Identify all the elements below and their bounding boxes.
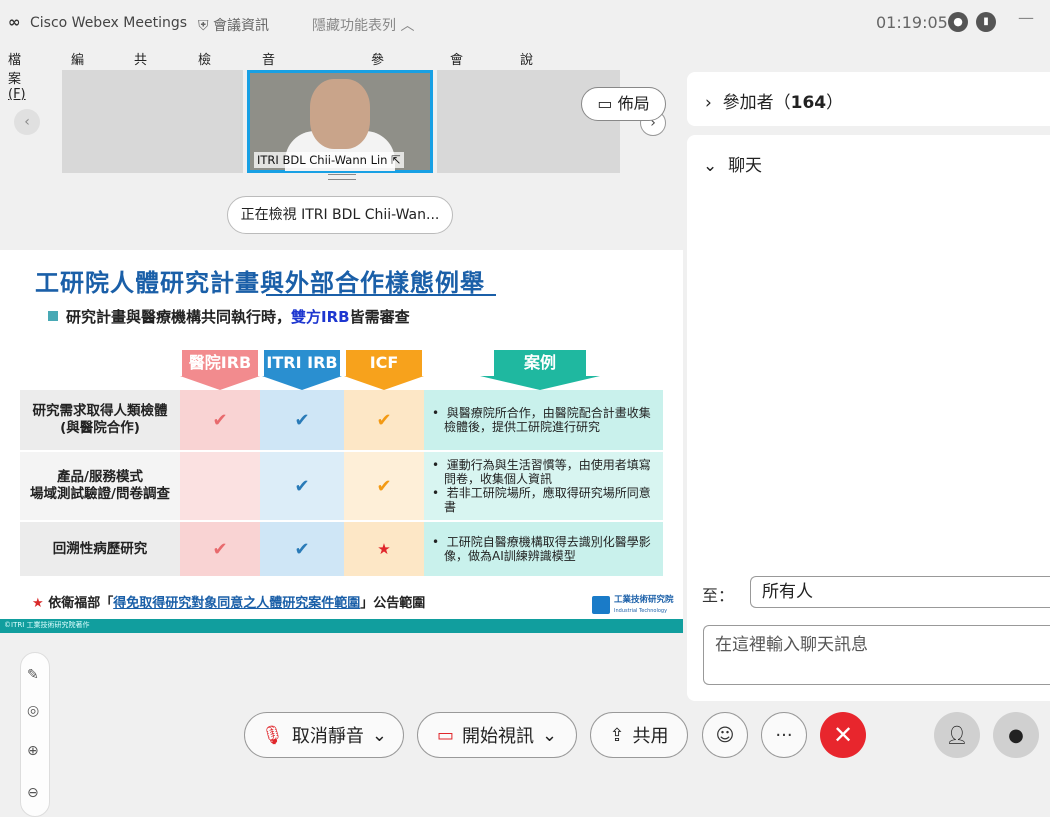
- end-call-button[interactable]: ✕: [820, 712, 866, 758]
- bullet-icon: [48, 311, 58, 321]
- participants-panel-button[interactable]: 👤︎: [934, 712, 980, 758]
- viewing-indicator[interactable]: 正在檢視 ITRI BDL Chii-Wan...: [227, 196, 453, 234]
- emoji-icon: ☺: [715, 724, 735, 746]
- case-cell: • 與醫療院所合作，由醫院配合計畫收集檢體後，提供工研院進行研究: [424, 390, 663, 450]
- app-title: Cisco Webex Meetings: [30, 15, 188, 31]
- video-off-icon: ▭: [436, 724, 454, 746]
- active-speaker-video-tile[interactable]: ITRI BDL Chii-Wann Lin ⇱: [247, 70, 433, 173]
- check-icon: ✔: [180, 522, 260, 576]
- check-icon: ✔: [260, 390, 344, 450]
- itri-logo: 工業技術研究院Industrial Technology Research In…: [592, 594, 678, 625]
- shared-content: 工研院人體研究計畫與外部合作樣態例舉 研究計畫與醫療機構共同執行時，雙方IRB皆…: [0, 250, 683, 817]
- chevron-down-icon: ⌄: [541, 724, 558, 746]
- header-icf: ICF: [346, 350, 422, 376]
- pop-out-icon: ⇱: [391, 153, 401, 167]
- arrow-icon: [344, 376, 424, 390]
- menu-file[interactable]: 檔案(F): [8, 49, 26, 102]
- remote-control-icon[interactable]: ◎: [27, 703, 39, 719]
- reactions-button[interactable]: ☺: [702, 712, 748, 758]
- unmute-button[interactable]: 🎙︎ 取消靜音 ⌄: [244, 712, 404, 758]
- layout-icon: ▭: [597, 94, 618, 113]
- webex-logo-icon: ∞: [8, 13, 21, 31]
- chat-icon: ●: [1008, 724, 1024, 746]
- layout-button[interactable]: ▭ 佈局: [581, 87, 666, 121]
- slide-title: 工研院人體研究計畫與外部合作樣態例舉: [35, 269, 485, 297]
- chat-panel-button[interactable]: ●: [993, 712, 1039, 758]
- arrow-icon: [180, 376, 260, 390]
- hide-menu-bar-button[interactable]: 隱藏功能表列 ︿: [312, 15, 414, 35]
- check-icon: ✔: [260, 522, 344, 576]
- chevron-right-icon: ›: [705, 93, 723, 113]
- participant-face: [310, 79, 370, 149]
- share-icon: ⇪: [609, 724, 625, 746]
- slide-footer-band: [0, 619, 683, 633]
- row-label: 研究需求取得人類檢體 (與醫院合作): [20, 390, 180, 450]
- zoom-in-icon[interactable]: ⊕: [27, 743, 39, 759]
- chat-panel: [687, 135, 1050, 701]
- video-tile[interactable]: [437, 70, 620, 173]
- zoom-out-icon[interactable]: ⊖: [27, 785, 39, 801]
- chevron-down-icon: ⌄: [371, 724, 387, 746]
- slide-subtitle: 研究計畫與醫療機構共同執行時，雙方IRB皆需審查: [66, 308, 410, 326]
- video-participant-name: ITRI BDL Chii-Wann Lin ⇱: [254, 152, 404, 168]
- case-item: • 工研院自醫療機構取得去識別化醫學影像，做為AI訓練辨識模型: [432, 535, 651, 563]
- header-itri-irb: ITRI IRB: [264, 350, 340, 376]
- more-options-button[interactable]: ···: [761, 712, 807, 758]
- chat-recipient-select[interactable]: 所有人: [750, 576, 1050, 608]
- slide-footnote: ★ 依衛福部「得免取得研究對象同意之人體研究案件範圍」公告範圍: [32, 596, 426, 611]
- title-underline: [266, 294, 496, 296]
- case-item: • 運動行為與生活習慣等，由使用者填寫問卷，收集個人資訊: [432, 458, 651, 486]
- case-item: • 與醫療院所合作，由醫院配合計畫收集檢體後，提供工研院進行研究: [432, 406, 651, 434]
- case-item: • 若非工研院場所，應取得研究場所同意書: [432, 486, 651, 514]
- header-cases: 案例: [494, 350, 586, 376]
- shield-icon: ⛨: [198, 18, 213, 34]
- meeting-info-button[interactable]: ⛨ 會議資訊: [198, 15, 269, 35]
- chat-header[interactable]: ⌄ 聊天: [703, 151, 762, 176]
- meeting-timer: 01:19:05: [876, 13, 948, 32]
- check-icon: ✔: [344, 390, 424, 450]
- participants-icon: 👤︎: [945, 724, 969, 746]
- check-icon: ✔: [180, 390, 260, 450]
- participants-header[interactable]: › 參加者（164）: [705, 88, 843, 113]
- record-icon[interactable]: ●: [948, 12, 968, 32]
- check-icon: ✔: [344, 452, 424, 520]
- title-bar: ∞ Cisco Webex Meetings ⛨ 會議資訊 隱藏功能表列 ︿ 0…: [0, 0, 1050, 46]
- chat-to-label: 至：: [702, 586, 735, 605]
- check-icon: ✔: [260, 452, 344, 520]
- header-hospital-irb: 醫院IRB: [182, 350, 258, 376]
- mic-muted-icon: 🎙︎: [261, 724, 284, 746]
- arrow-icon: [262, 376, 342, 390]
- slide-footer-text: ©ITRI 工業技術研究院著作: [4, 621, 90, 629]
- share-button[interactable]: ⇪ 共用: [590, 712, 688, 758]
- resize-handle[interactable]: [328, 174, 356, 180]
- star-icon: ★: [344, 522, 424, 576]
- chevron-down-icon: ⌄: [703, 156, 729, 176]
- arrow-icon: [480, 376, 600, 390]
- signal-icon[interactable]: ▮: [976, 12, 996, 32]
- star-icon: ★: [32, 596, 49, 611]
- case-cell: • 工研院自醫療機構取得去識別化醫學影像，做為AI訓練辨識模型: [424, 522, 663, 576]
- video-tile[interactable]: [62, 70, 243, 173]
- previous-videos-button[interactable]: ‹: [14, 109, 40, 135]
- chat-input[interactable]: 在這裡輸入聊天訊息: [703, 625, 1050, 685]
- minimize-icon[interactable]: —: [1018, 8, 1034, 27]
- start-video-button[interactable]: ▭ 開始視訊 ⌄: [417, 712, 577, 758]
- empty-cell: [180, 452, 260, 520]
- close-icon: ✕: [832, 721, 854, 749]
- row-label: 產品/服務模式 場域測試驗證/問卷調查: [20, 452, 180, 520]
- row-label: 回溯性病歷研究: [20, 522, 180, 576]
- pen-icon[interactable]: ✎: [27, 667, 39, 683]
- case-cell: • 運動行為與生活習慣等，由使用者填寫問卷，收集個人資訊 • 若非工研院場所，應…: [424, 452, 663, 520]
- annotation-toolbar: ✎ ◎ ⊕ ⊖: [20, 652, 50, 817]
